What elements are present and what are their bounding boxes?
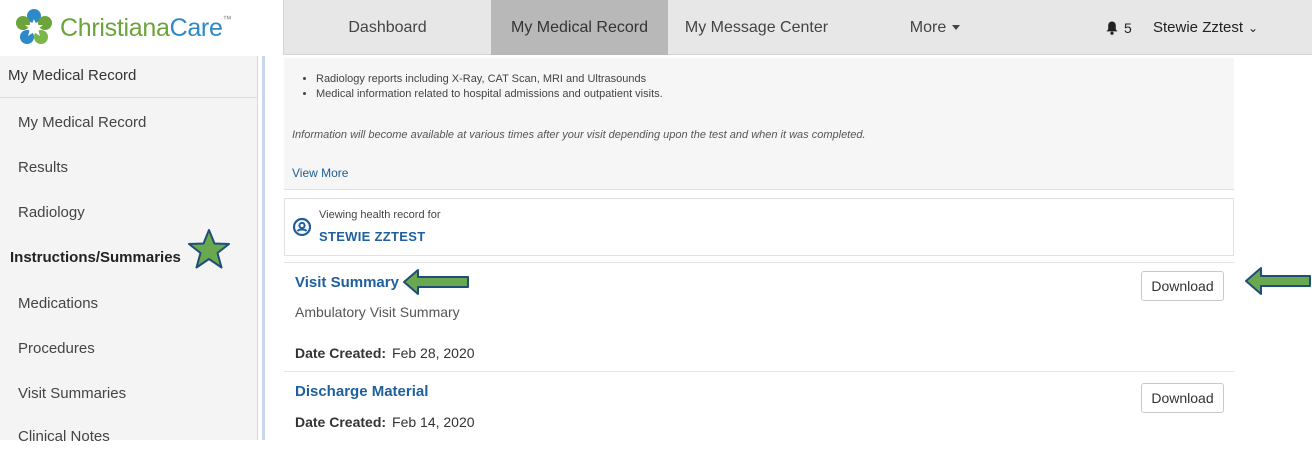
date-label: Date Created: xyxy=(295,414,387,430)
nav-dashboard[interactable]: Dashboard xyxy=(284,0,491,55)
document-card-discharge-material: Discharge Material Date Created: Feb 14, … xyxy=(284,371,1234,440)
top-navigation-bar: ChristianaCare™ Dashboard My Medical Rec… xyxy=(0,0,1312,55)
sidebar-item-label: Medications xyxy=(18,294,99,312)
sidebar: My Medical Record My Medical Record Resu… xyxy=(0,56,258,445)
brand-name: ChristianaCare™ xyxy=(60,14,232,43)
info-note: Information will become available at var… xyxy=(292,129,866,141)
info-bullet: Medical information related to hospital … xyxy=(316,87,663,102)
nav-more-dropdown[interactable]: More xyxy=(845,0,1025,55)
patient-name: STEWIE ZZTEST xyxy=(319,229,426,244)
nav-label: My Message Center xyxy=(684,18,829,36)
sidebar-item-label: Procedures xyxy=(18,339,95,357)
nav-my-medical-record[interactable]: My Medical Record xyxy=(491,0,668,55)
sidebar-item-clinical-notes[interactable]: Clinical Notes xyxy=(0,414,258,458)
sidebar-item-visit-summaries[interactable]: Visit Summaries xyxy=(0,371,258,415)
arrow-left-annotation-icon xyxy=(1245,267,1311,295)
sidebar-item-label: My Medical Record xyxy=(18,113,147,131)
medical-record-info-panel: Radiology reports including X-Ray, CAT S… xyxy=(284,58,1234,190)
caret-down-icon xyxy=(952,25,961,30)
download-button[interactable]: Download xyxy=(1141,271,1224,301)
sidebar-item-medications[interactable]: Medications xyxy=(0,281,258,325)
sidebar-item-label: Radiology xyxy=(18,203,85,221)
scroll-edge-divider xyxy=(262,56,265,440)
document-title-link[interactable]: Visit Summary xyxy=(295,274,399,291)
chevron-down-icon: ⌄ xyxy=(1248,21,1259,35)
patient-record-icon xyxy=(292,217,312,237)
bell-icon xyxy=(1106,21,1118,35)
info-bullet: Radiology reports including X-Ray, CAT S… xyxy=(316,72,663,87)
info-bullet-list: Radiology reports including X-Ray, CAT S… xyxy=(316,72,663,102)
sidebar-item-label: Results xyxy=(18,158,69,176)
document-date: Date Created: Feb 28, 2020 xyxy=(295,345,475,361)
date-value: Feb 14, 2020 xyxy=(392,414,475,430)
sidebar-item-procedures[interactable]: Procedures xyxy=(0,326,258,370)
sidebar-item-results[interactable]: Results xyxy=(0,145,258,189)
nav-label: More xyxy=(909,18,947,36)
download-button[interactable]: Download xyxy=(1141,383,1224,413)
sidebar-heading: My Medical Record xyxy=(0,56,258,98)
sidebar-item-label: Visit Summaries xyxy=(18,384,127,402)
sidebar-item-label: Instructions/Summaries xyxy=(10,248,181,266)
arrow-left-annotation-icon xyxy=(403,269,469,295)
document-title-link[interactable]: Discharge Material xyxy=(295,383,428,400)
date-label: Date Created: xyxy=(295,345,387,361)
user-name: Stewie Zztest xyxy=(1153,19,1244,36)
view-more-link[interactable]: View More xyxy=(292,166,348,180)
nav-label: Dashboard xyxy=(348,18,427,36)
sidebar-item-label: Clinical Notes xyxy=(18,427,110,445)
nav-my-message-center[interactable]: My Message Center xyxy=(668,0,845,55)
notification-count: 5 xyxy=(1124,20,1132,36)
trademark: ™ xyxy=(222,14,232,24)
brand-name-part1: Christiana xyxy=(60,14,170,42)
viewing-label: Viewing health record for xyxy=(319,209,441,221)
christianacare-logo-icon xyxy=(16,9,52,44)
document-subtitle: Ambulatory Visit Summary xyxy=(295,304,460,320)
document-date: Date Created: Feb 14, 2020 xyxy=(295,414,475,430)
sidebar-item-my-medical-record[interactable]: My Medical Record xyxy=(0,100,258,144)
notifications-button[interactable]: 5 xyxy=(1106,20,1132,36)
viewing-health-record-panel: Viewing health record for STEWIE ZZTEST xyxy=(284,198,1234,256)
user-menu[interactable]: Stewie Zztest ⌄ xyxy=(1153,19,1258,36)
date-value: Feb 28, 2020 xyxy=(392,345,475,361)
brand-name-part2: Care xyxy=(169,14,223,42)
nav-label: My Medical Record xyxy=(511,18,648,36)
brand-logo[interactable]: ChristianaCare™ xyxy=(0,0,284,55)
star-annotation-icon xyxy=(188,229,230,269)
